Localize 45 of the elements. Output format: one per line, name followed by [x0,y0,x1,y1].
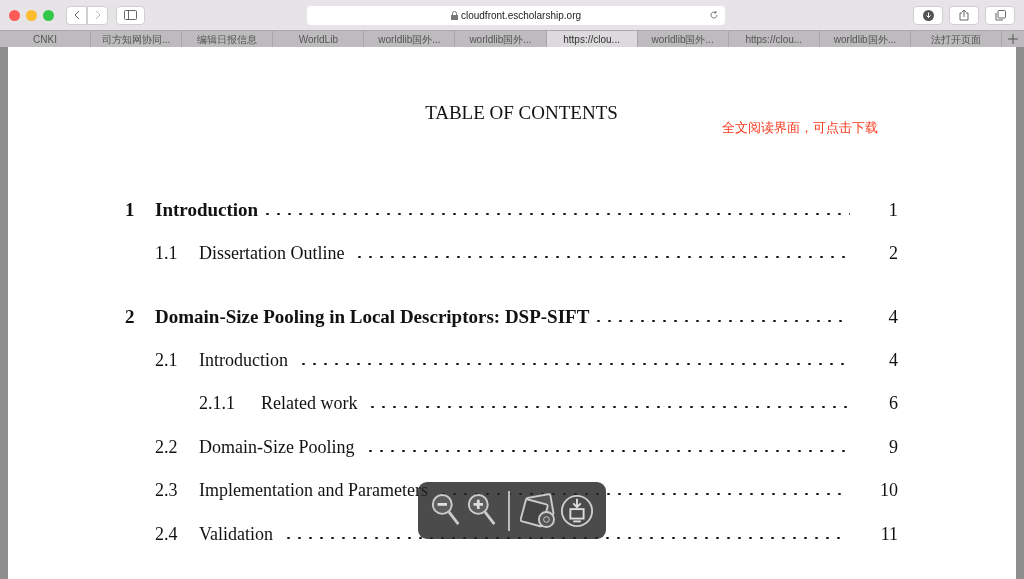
download-icon [922,9,934,21]
entry-title[interactable]: Validation [199,520,273,548]
plus-icon [1008,34,1019,44]
browser-tab[interactable]: https://clou... [546,31,638,47]
tabs-icon [994,9,1006,21]
section-number: 2.1.1 [199,392,236,415]
lock-icon [450,10,458,20]
section-number: 1.1 [155,241,179,265]
page-number: 2 [888,241,898,265]
page-number: 9 [888,435,898,459]
section-number: 2.3 [155,479,179,502]
address-bar[interactable]: cloudfront.escholarship.org [307,5,725,25]
entry-title[interactable]: Related work [261,390,358,417]
close-window-icon[interactable] [9,9,20,21]
entry-title[interactable]: Domain-Size Pooling [199,433,355,461]
entry-title[interactable]: Introduction [155,196,259,225]
section-number: 2.1 [155,348,179,372]
annotation-note: 全文阅读界面，可点击下载 [722,119,878,137]
page-number: 10 [880,479,898,502]
sidebar-button[interactable] [116,5,145,25]
section-number: 2.4 [155,522,179,546]
sidebar-icon [124,10,137,20]
page-number: 6 [888,392,898,415]
chevron-right-icon [94,10,101,20]
zoom-window-icon[interactable] [43,9,54,21]
entry-title[interactable]: Introduction [199,346,288,374]
share-button[interactable] [949,5,979,25]
section-number: 2 [125,305,136,329]
page-number: 11 [880,522,898,546]
section-number: 1 [125,198,136,222]
section-number: 2.2 [155,435,179,459]
entry-title[interactable]: Dissertation Outline [199,239,345,267]
document-title: TABLE OF CONTENTS [425,100,618,125]
entry-title[interactable]: Domain-Size Pooling in Local Descriptors: DSP-SIFT [155,303,590,332]
downloads-button[interactable] [913,5,943,25]
page-number: 4 [887,305,898,329]
page-number: 1 [887,198,898,222]
download-to-computer-icon[interactable] [560,492,594,529]
page-number: 4 [888,348,898,372]
share-icon [959,9,969,21]
photos-icon[interactable] [520,490,556,531]
reload-icon [709,10,719,20]
chevron-left-icon [73,10,80,20]
url-text: cloudfront.escholarship.org [460,8,582,23]
tabs-overview-button[interactable] [985,5,1015,25]
